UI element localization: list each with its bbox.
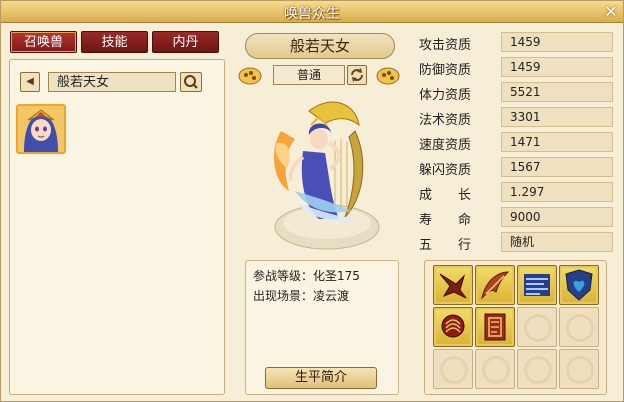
level-value: 化圣175 bbox=[313, 269, 360, 283]
scene-label: 出现场景： bbox=[253, 289, 314, 303]
stat-value: 1459 bbox=[501, 32, 613, 52]
prev-arrow-icon[interactable]: ◀ bbox=[20, 72, 40, 92]
pet-info-panel: 参战等级：化圣175 出现场景：凌云渡 生平简介 bbox=[245, 260, 399, 395]
stat-row: 五 行 随机 bbox=[419, 231, 619, 256]
skill-grid bbox=[424, 260, 607, 395]
tab-inner-pill[interactable]: 内丹 bbox=[152, 31, 219, 53]
window-title: 唤兽众生 bbox=[284, 6, 340, 22]
feather-skill-icon[interactable] bbox=[475, 265, 515, 305]
summon-window: 唤兽众生 ✕ 召唤兽 技能 内丹 ◀ 般若天女 般若天女 普通 攻击资质 145… bbox=[0, 0, 624, 402]
paw-icon[interactable] bbox=[237, 63, 267, 85]
empty-skill-slot bbox=[475, 349, 515, 389]
pet-type-field: 普通 bbox=[273, 65, 345, 85]
stat-value: 1471 bbox=[501, 132, 613, 152]
pet-model-image bbox=[259, 91, 389, 259]
stat-value: 5521 bbox=[501, 82, 613, 102]
paw-icon[interactable] bbox=[371, 63, 401, 85]
pet-display: 般若天女 普通 bbox=[235, 31, 405, 261]
refresh-icon[interactable] bbox=[347, 65, 367, 85]
stat-label: 躲闪资质 bbox=[419, 163, 472, 178]
search-icon[interactable] bbox=[180, 72, 202, 92]
stat-value: 1459 bbox=[501, 57, 613, 77]
stat-row: 速度资质 1471 bbox=[419, 131, 619, 156]
stat-value: 1.297 bbox=[501, 182, 613, 202]
stat-value: 1567 bbox=[501, 157, 613, 177]
pet-name-select[interactable]: 般若天女 bbox=[48, 72, 176, 92]
stat-label: 速度资质 bbox=[419, 138, 472, 153]
stat-value: 3301 bbox=[501, 107, 613, 127]
stat-row: 攻击资质 1459 bbox=[419, 31, 619, 56]
empty-skill-slot bbox=[433, 349, 473, 389]
tab-skills[interactable]: 技能 bbox=[81, 31, 148, 53]
stat-label: 成 长 bbox=[419, 188, 472, 203]
stat-row: 成 长 1.297 bbox=[419, 181, 619, 206]
stats-panel: 攻击资质 1459 防御资质 1459 体力资质 5521 法术资质 3301 速度资质… bbox=[419, 31, 619, 256]
pet-name-banner: 般若天女 bbox=[245, 33, 395, 59]
stat-row: 寿 命 9000 bbox=[419, 206, 619, 231]
stat-label: 寿 命 bbox=[419, 213, 472, 228]
scroll-rune-skill-icon[interactable] bbox=[475, 307, 515, 347]
stat-row: 法术资质 3301 bbox=[419, 106, 619, 131]
scene-line: 出现场景：凌云渡 bbox=[253, 287, 349, 304]
tab-summon[interactable]: 召唤兽 bbox=[10, 31, 77, 53]
scene-value: 凌云渡 bbox=[313, 289, 350, 303]
stat-label: 防御资质 bbox=[419, 63, 472, 78]
empty-skill-slot bbox=[559, 349, 599, 389]
stat-value: 随机 bbox=[501, 232, 613, 252]
pet-list-panel: ◀ 般若天女 bbox=[9, 59, 225, 395]
shield-heart-skill-icon[interactable] bbox=[559, 265, 599, 305]
eagle-skill-icon[interactable] bbox=[433, 265, 473, 305]
empty-skill-slot bbox=[517, 349, 557, 389]
level-label: 参战等级： bbox=[253, 269, 314, 283]
pet-avatar-thumbnail[interactable] bbox=[16, 104, 66, 154]
empty-skill-slot bbox=[559, 307, 599, 347]
stat-label: 法术资质 bbox=[419, 113, 472, 128]
stat-row: 防御资质 1459 bbox=[419, 56, 619, 81]
level-line: 参战等级：化圣175 bbox=[253, 267, 360, 284]
speed-lines-skill-icon[interactable] bbox=[517, 265, 557, 305]
stat-label: 攻击资质 bbox=[419, 38, 472, 53]
title-bar[interactable]: 唤兽众生 ✕ bbox=[1, 1, 623, 23]
stat-row: 体力资质 5521 bbox=[419, 81, 619, 106]
stat-value: 9000 bbox=[501, 207, 613, 227]
close-icon[interactable]: ✕ bbox=[603, 4, 619, 20]
stat-label: 体力资质 bbox=[419, 88, 472, 103]
stat-row: 躲闪资质 1567 bbox=[419, 156, 619, 181]
head-rune-skill-icon[interactable] bbox=[433, 307, 473, 347]
bio-button[interactable]: 生平简介 bbox=[265, 367, 377, 389]
empty-skill-slot bbox=[517, 307, 557, 347]
stat-label: 五 行 bbox=[419, 238, 472, 253]
